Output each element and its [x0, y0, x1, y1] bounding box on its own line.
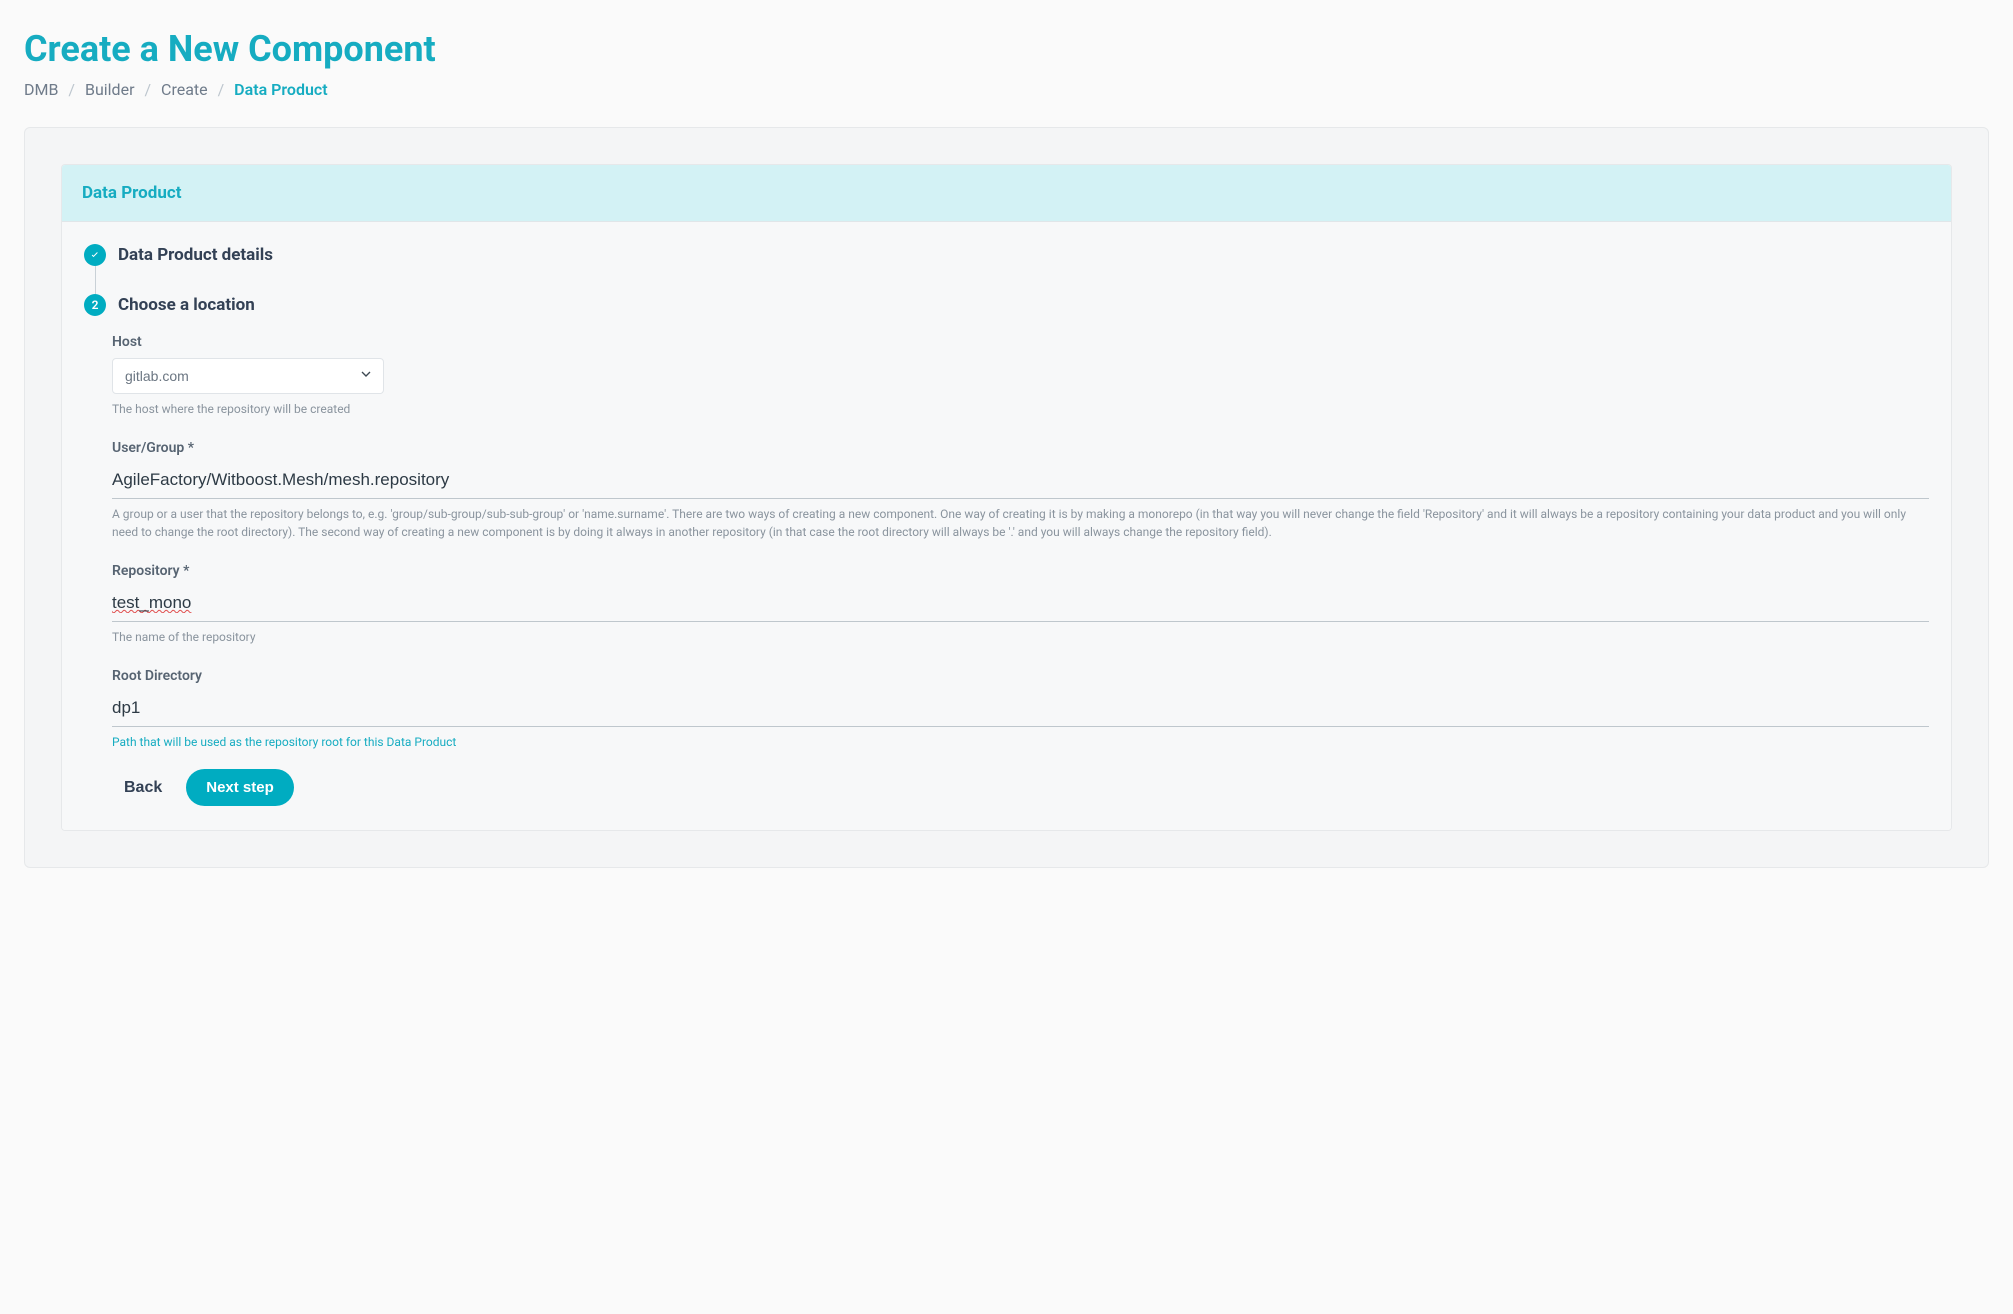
user-group-input[interactable]	[112, 464, 1929, 499]
breadcrumb: DMB / Builder / Create / Data Product	[24, 80, 1989, 99]
form-panel: Data Product Data Product details 2 Choo…	[61, 164, 1952, 831]
breadcrumb-item-dmb[interactable]: DMB	[24, 80, 58, 99]
host-hint: The host where the repository will be cr…	[112, 400, 1929, 418]
breadcrumb-separator: /	[144, 80, 151, 99]
step-label: Choose a location	[118, 295, 255, 315]
root-directory-hint: Path that will be used as the repository…	[112, 733, 1929, 751]
repository-input[interactable]	[112, 587, 1929, 622]
content-card: Data Product Data Product details 2 Choo…	[24, 127, 1989, 868]
field-root-directory: Root Directory Path that will be used as…	[112, 668, 1929, 751]
field-repository: Repository * The name of the repository	[112, 563, 1929, 646]
host-select[interactable]	[112, 358, 384, 394]
step-connector	[95, 266, 1929, 294]
back-button[interactable]: Back	[112, 771, 174, 805]
stepper: Data Product details 2 Choose a location	[84, 244, 1929, 316]
panel-body: Data Product details 2 Choose a location…	[62, 222, 1951, 830]
breadcrumb-item-create[interactable]: Create	[161, 80, 208, 99]
field-host: Host The host where the repository will …	[112, 334, 1929, 418]
breadcrumb-separator: /	[68, 80, 75, 99]
repository-label: Repository *	[112, 563, 1929, 579]
step-number-badge: 2	[84, 294, 106, 316]
check-icon	[84, 244, 106, 266]
breadcrumb-separator: /	[218, 80, 225, 99]
step-data-product-details[interactable]: Data Product details	[84, 244, 1929, 266]
user-group-label: User/Group *	[112, 440, 1929, 456]
breadcrumb-item-builder[interactable]: Builder	[85, 80, 135, 99]
step-label: Data Product details	[118, 245, 273, 265]
root-directory-label: Root Directory	[112, 668, 1929, 684]
breadcrumb-item-data-product: Data Product	[234, 80, 327, 99]
next-step-button[interactable]: Next step	[186, 769, 294, 806]
step-choose-location: 2 Choose a location	[84, 294, 1929, 316]
page-title: Create a New Component	[24, 28, 1989, 70]
host-label: Host	[112, 334, 1929, 350]
host-input[interactable]	[112, 358, 384, 394]
panel-title: Data Product	[62, 165, 1951, 222]
field-user-group: User/Group * A group or a user that the …	[112, 440, 1929, 541]
form-area: Host The host where the repository will …	[84, 316, 1929, 806]
root-directory-input[interactable]	[112, 692, 1929, 727]
form-actions: Back Next step	[112, 769, 1929, 806]
user-group-hint: A group or a user that the repository be…	[112, 505, 1929, 541]
repository-hint: The name of the repository	[112, 628, 1929, 646]
